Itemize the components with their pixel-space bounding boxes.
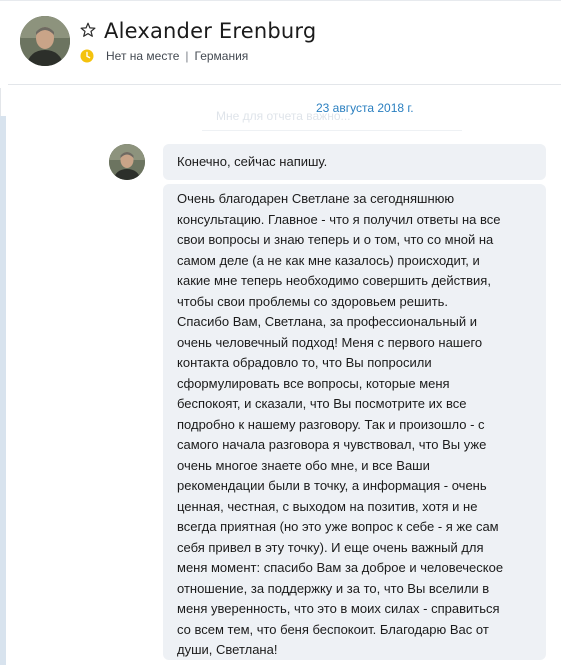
header-divider bbox=[8, 84, 561, 85]
message-bubble[interactable]: Конечно, сейчас напишу. bbox=[163, 144, 546, 180]
message-line: отношение, за поддержку и за то, что Вы … bbox=[177, 580, 490, 596]
message-line: со всем тем, что беня беспокоит. Благода… bbox=[177, 621, 489, 637]
presence-status: Нет на месте bbox=[106, 49, 180, 63]
sender-avatar[interactable] bbox=[109, 144, 145, 180]
message-line: души, Светлана! bbox=[177, 642, 278, 657]
message-line: очень человечный подход! Меня с первого … bbox=[177, 334, 483, 350]
message-line: свои вопросы и знаю теперь и о том, что … bbox=[177, 232, 494, 247]
message-line: Очень благодарен Светлане за сегодняшнюю bbox=[177, 191, 455, 206]
message-line: меня момент: спасибо Вам за доброе и чел… bbox=[177, 560, 504, 575]
message-line: подробно к нашему разговору. Так и произ… bbox=[177, 416, 485, 432]
star-outline-icon[interactable] bbox=[80, 22, 96, 38]
message-line: самом деле (а не как мне казалось) проис… bbox=[177, 252, 480, 268]
message-line: сформулировать все вопросы, которые меня bbox=[177, 375, 450, 391]
message-line: беспокоят, и сказали, что Вы посмотрите … bbox=[177, 396, 467, 411]
status-row: Нет на месте | Германия bbox=[80, 48, 248, 64]
contact-name[interactable]: Alexander Erenburg bbox=[104, 19, 316, 43]
message-line: меня уверенность, что это в моих силах -… bbox=[177, 601, 500, 616]
date-separator: Мне для отчета важно... 23 августа 2018 … bbox=[202, 95, 462, 131]
contact-country: Германия bbox=[194, 49, 249, 63]
message-line: консультацию. Главное - что я получил от… bbox=[177, 211, 501, 227]
message-text: Конечно, сейчас напишу. bbox=[177, 154, 328, 169]
chat-header: Alexander Erenburg Нет на месте | Герман… bbox=[0, 0, 561, 84]
window-left-border bbox=[0, 88, 1, 116]
message-line: очень многое знаете обо мне, и все Ваши bbox=[177, 457, 430, 473]
message-line: контакта обрадовло то, что Вы попросили bbox=[177, 355, 432, 370]
message-line: всегда приятная (но это уже вопрос к себ… bbox=[177, 519, 499, 534]
left-pane-edge bbox=[0, 116, 6, 665]
message-line: самого начала разговора я чувствовал, чт… bbox=[177, 437, 487, 452]
message-line: рекомендации были в точку, а информация … bbox=[177, 478, 487, 493]
message-line: ценная, честная, с выходом на позитив, х… bbox=[177, 498, 478, 514]
status-separator: | bbox=[185, 49, 189, 63]
date-label: 23 августа 2018 г. bbox=[316, 101, 414, 115]
date-separator-line bbox=[202, 130, 462, 131]
message-line: какие мне теперь необходимо совершить де… bbox=[177, 273, 491, 288]
chat-window: Alexander Erenburg Нет на месте | Герман… bbox=[0, 0, 561, 665]
away-clock-icon bbox=[80, 49, 94, 63]
message-bubble[interactable]: Очень благодарен Светлане за сегодняшнюю… bbox=[163, 184, 546, 660]
contact-avatar[interactable] bbox=[20, 16, 70, 66]
message-line: Спасибо Вам, Светлана, за профессиональн… bbox=[177, 314, 477, 329]
message-line: себя привел в эту точку). И еще очень ва… bbox=[177, 539, 484, 555]
message-line: чтобы свои проблемы со здоровьем решить. bbox=[177, 293, 449, 309]
